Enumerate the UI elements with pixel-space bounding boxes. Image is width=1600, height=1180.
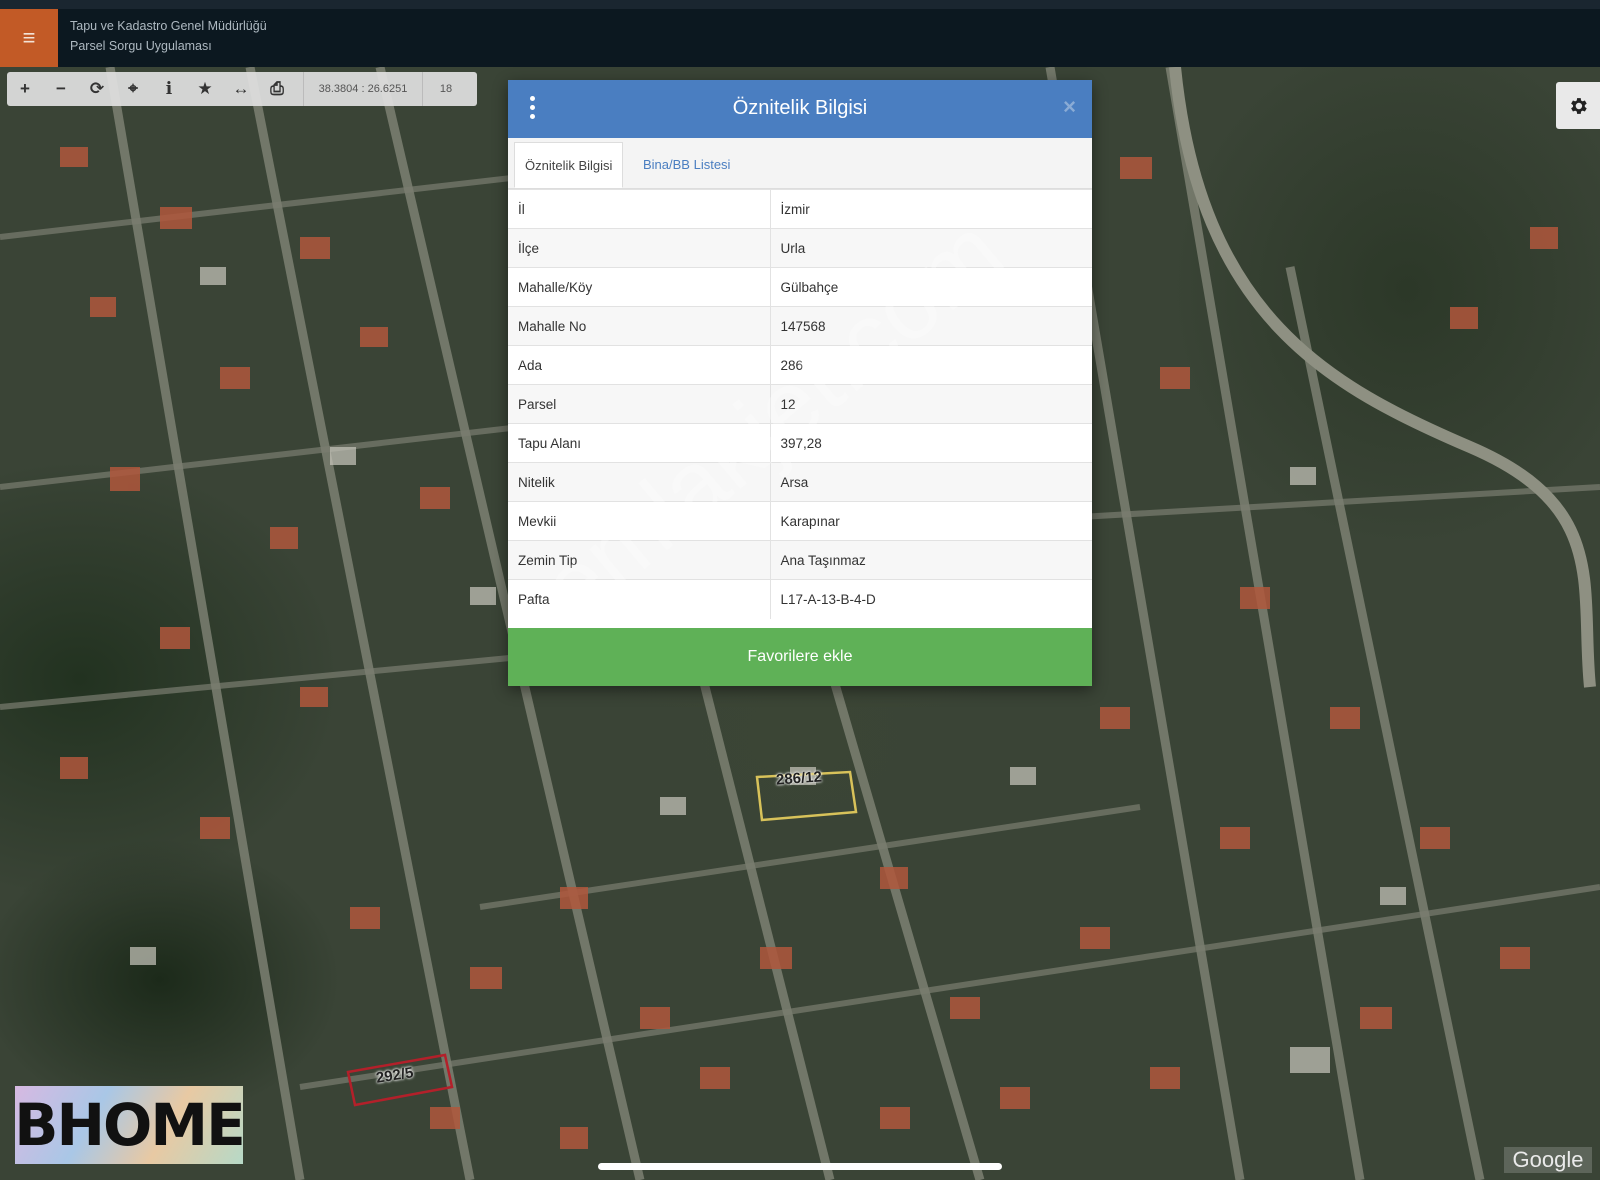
attribute-table: İl İzmir İlçe Urla Mahalle/Köy Gülbahçe Mahall… (508, 189, 1092, 619)
brand-logo: BHOME (14, 1086, 246, 1164)
locate-button[interactable]: ⌖ (115, 72, 151, 106)
dialog-header: Öznitelik Bilgisi × (508, 80, 1092, 138)
zoom-in-button[interactable]: + (7, 72, 43, 106)
attribute-value: L17-A-13-B-4-D (770, 579, 1092, 619)
table-row: Parsel 12 (508, 384, 1092, 424)
table-row: Pafta L17-A-13-B-4-D (508, 579, 1092, 619)
attribute-value: 12 (770, 384, 1092, 424)
attribute-key: Mahalle/Köy (508, 267, 771, 307)
zoom-level-readout: 18 (422, 72, 469, 106)
info-icon: i (165, 79, 173, 99)
attribute-key: Ada (508, 345, 771, 385)
app-title-line2: Parsel Sorgu Uygulaması (70, 39, 212, 53)
attribute-dialog: Öznitelik Bilgisi × Öznitelik Bilgisi Bi… (508, 80, 1092, 686)
star-icon: ★ (197, 79, 213, 98)
refresh-button[interactable]: ⟳ (79, 72, 115, 106)
attribute-key: İlçe (508, 228, 771, 268)
table-row: Ada 286 (508, 345, 1092, 385)
attribute-key: Mahalle No (508, 306, 771, 346)
gear-icon (1571, 97, 1587, 114)
table-row: Mahalle/Köy Gülbahçe (508, 267, 1092, 307)
hamburger-icon: ≡ (22, 25, 36, 50)
info-button[interactable]: i (151, 72, 187, 106)
attribute-value: 286 (770, 345, 1092, 385)
measure-button[interactable]: ↔ (223, 72, 259, 106)
map-toolbar: + − ⟳ ⌖ i ★ ↔ ⎙ 38.3804 : 26.6251 18 (7, 72, 477, 106)
attribute-value: Urla (770, 228, 1092, 268)
attribute-key: Mevkii (508, 501, 771, 541)
table-row: Tapu Alanı 397,28 (508, 423, 1092, 463)
favorite-button[interactable]: ★ (187, 72, 223, 106)
table-row: Mahalle No 147568 (508, 306, 1092, 346)
home-indicator[interactable] (598, 1163, 1002, 1170)
dialog-tabs: Öznitelik Bilgisi Bina/BB Listesi (508, 138, 1092, 189)
locate-icon: ⌖ (128, 79, 138, 98)
settings-button[interactable] (1556, 82, 1600, 129)
attribute-key: Parsel (508, 384, 771, 424)
print-icon: ⎙ (270, 79, 284, 98)
tab-building-list[interactable]: Bina/BB Listesi (633, 142, 740, 188)
table-row: Zemin Tip Ana Taşınmaz (508, 540, 1092, 580)
attribute-key: Nitelik (508, 462, 771, 502)
close-button[interactable]: × (1063, 94, 1076, 120)
close-icon: × (1063, 94, 1076, 119)
dialog-title: Öznitelik Bilgisi (732, 97, 868, 119)
map-attribution: Google (1504, 1147, 1592, 1173)
attribute-key: Tapu Alanı (508, 423, 771, 463)
attribute-key: İl (508, 189, 771, 229)
zoom-out-icon: − (56, 79, 66, 98)
attribute-value: 147568 (770, 306, 1092, 346)
attribute-value: Arsa (770, 462, 1092, 502)
parcel-main-label: 286/12 (775, 768, 823, 789)
tab-attribute-info[interactable]: Öznitelik Bilgisi (514, 142, 624, 188)
attribute-value: Gülbahçe (770, 267, 1092, 307)
add-to-favorites-button[interactable]: Favorilere ekle (508, 628, 1092, 686)
attribute-value: İzmir (770, 189, 1092, 229)
table-row: İlçe Urla (508, 228, 1092, 268)
attribute-key: Pafta (508, 579, 771, 619)
table-row: İl İzmir (508, 189, 1092, 229)
attribute-value: Karapınar (770, 501, 1092, 541)
refresh-icon: ⟳ (89, 79, 105, 98)
zoom-out-button[interactable]: − (43, 72, 79, 106)
print-button[interactable]: ⎙ (259, 72, 295, 106)
coordinate-readout: 38.3804 : 26.6251 (303, 72, 422, 106)
measure-icon: ↔ (232, 79, 250, 98)
attribute-value: 397,28 (770, 423, 1092, 463)
zoom-in-icon: + (20, 79, 30, 98)
hamburger-menu-button[interactable]: ≡ (0, 9, 58, 67)
app-header: ≡ Tapu ve Kadastro Genel Müdürlüğü Parse… (0, 0, 1600, 67)
table-row: Mevkii Karapınar (508, 501, 1092, 541)
app-title-line1: Tapu ve Kadastro Genel Müdürlüğü (70, 19, 267, 33)
attribute-value: Ana Taşınmaz (770, 540, 1092, 580)
attribute-key: Zemin Tip (508, 540, 771, 580)
table-row: Nitelik Arsa (508, 462, 1092, 502)
